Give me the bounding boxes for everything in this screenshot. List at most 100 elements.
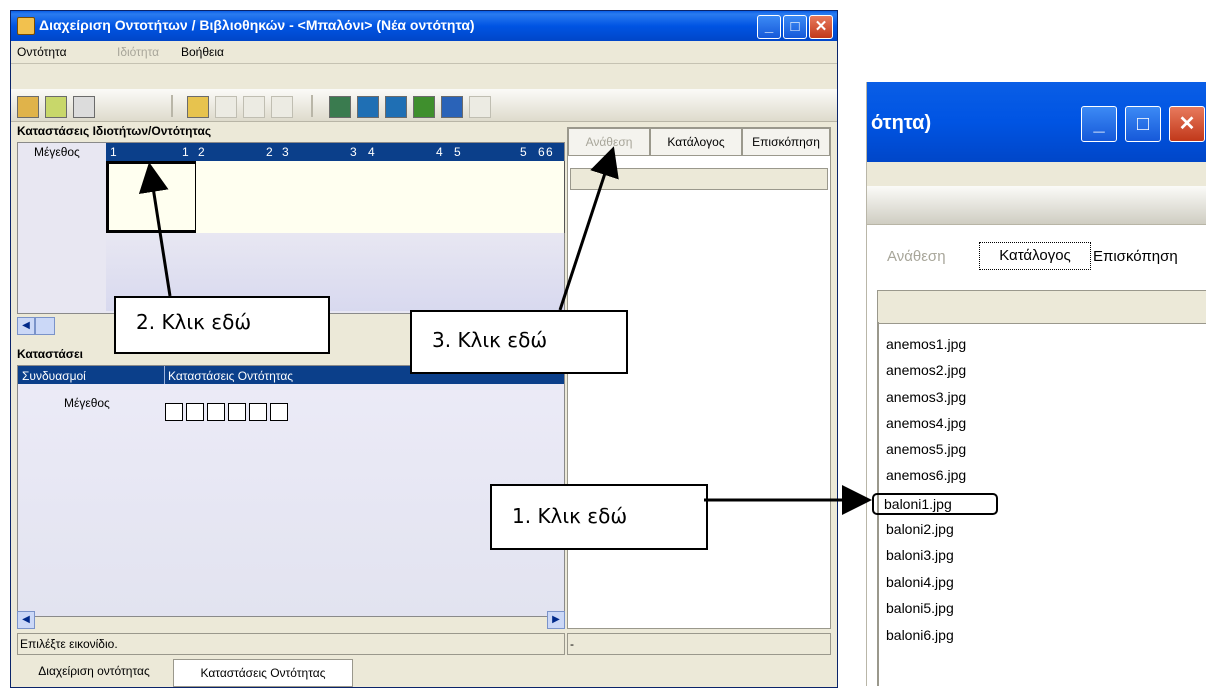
callout-three-text: 3. Κλικ εδώ: [432, 328, 548, 352]
tab-entity-management[interactable]: Διαχείριση οντότητας: [17, 659, 171, 683]
copy-icon[interactable]: [243, 96, 265, 118]
states-grid: Μέγεθος 1 1 2 2 3 3 4 4 5 5 6 6: [17, 142, 565, 314]
open-icon[interactable]: [45, 96, 67, 118]
zoom-toolbar-band: [867, 186, 1206, 225]
col-label: 3: [282, 145, 289, 159]
list-item[interactable]: anemos6.jpg: [886, 467, 966, 483]
col-label: 1: [182, 145, 189, 159]
zoom-tab-catalog[interactable]: Κατάλογος: [979, 242, 1091, 270]
maximize-button[interactable]: □: [783, 15, 807, 39]
list-item[interactable]: anemos2.jpg: [886, 362, 966, 378]
col-label: 5: [454, 145, 461, 159]
status-right: -: [567, 633, 831, 655]
callout-three: 3. Κλικ εδώ: [410, 310, 628, 374]
tab-assign[interactable]: Ανάθεση: [568, 128, 650, 156]
zoom-close-button[interactable]: ✕: [1169, 106, 1205, 142]
new-icon[interactable]: [17, 96, 39, 118]
title-bar[interactable]: Διαχείριση Οντοτήτων / Βιβλιοθηκών - <Μπ…: [11, 11, 837, 41]
delete-icon[interactable]: [271, 96, 293, 118]
combo-row-label: Μέγεθος: [64, 396, 110, 410]
list-item[interactable]: baloni3.jpg: [886, 547, 954, 563]
tab-catalog[interactable]: Κατάλογος: [650, 128, 742, 156]
close-icon: ✕: [1178, 113, 1196, 135]
scroll-left-button[interactable]: ◀: [17, 611, 35, 629]
remove-icon[interactable]: [385, 96, 407, 118]
status-bar: Επιλέξτε εικονίδιο.: [17, 633, 565, 655]
row-label: Μέγεθος: [34, 145, 80, 159]
state-cell[interactable]: [196, 161, 283, 233]
state-checkbox[interactable]: [249, 403, 267, 421]
scroll-left-button[interactable]: ◀: [17, 317, 35, 335]
zoom-tab-preview[interactable]: Επισκόπηση: [1093, 248, 1178, 265]
list-item[interactable]: anemos5.jpg: [886, 441, 966, 457]
callout-two: 2. Κλικ εδώ: [114, 296, 330, 354]
callout-one: 1. Κλικ εδώ: [490, 484, 708, 550]
status-right-text: -: [570, 637, 574, 651]
list-item[interactable]: baloni2.jpg: [886, 521, 954, 537]
callout-two-text: 2. Κλικ εδώ: [136, 310, 252, 334]
minimize-icon: _: [764, 18, 774, 35]
state-checkbox[interactable]: [228, 403, 246, 421]
col-label: 6: [546, 145, 553, 159]
zoom-list-header: [877, 290, 1206, 324]
zoom-minimize-button[interactable]: _: [1081, 106, 1117, 142]
status-text: Επιλέξτε εικονίδιο.: [20, 637, 118, 651]
grid-header: 1 1 2 2 3 3 4 4 5 5 6 6: [106, 143, 564, 161]
state-checkbox[interactable]: [207, 403, 225, 421]
col-label: 4: [368, 145, 375, 159]
list-header: [570, 168, 828, 190]
tab-entity-states[interactable]: Καταστάσεις Οντότητας: [173, 659, 353, 687]
list-item[interactable]: anemos3.jpg: [886, 389, 966, 405]
col-combinations: Συνδυασμοί: [22, 369, 86, 383]
save-icon[interactable]: [73, 96, 95, 118]
combos-grid: Συνδυασμοί Καταστάσεις Οντότητας Μέγεθος: [17, 365, 565, 617]
zoom-tab-assign[interactable]: Ανάθεση: [887, 248, 946, 265]
zoom-inset: ότητα) _ □ ✕ Ανάθεση Κατάλογος Επισκόπησ…: [866, 82, 1206, 686]
states-panel-title: Καταστάσεις Ιδιοτήτων/Οντότητας: [17, 124, 212, 138]
callout-one-text: 1. Κλικ εδώ: [512, 504, 628, 528]
state-checkbox[interactable]: [270, 403, 288, 421]
col-label: 1: [110, 145, 117, 159]
list-item-selected[interactable]: baloni1.jpg: [872, 493, 998, 515]
menu-entity[interactable]: Οντότητα: [17, 45, 67, 59]
add-icon[interactable]: [357, 96, 379, 118]
close-icon: ✕: [814, 18, 828, 35]
state-cell[interactable]: [368, 161, 455, 233]
toolbar-strip: [11, 64, 837, 88]
list-item[interactable]: baloni6.jpg: [886, 627, 954, 643]
col-label: 3: [350, 145, 357, 159]
state-cell[interactable]: [454, 161, 541, 233]
toolbar-separator: [171, 95, 173, 117]
grid-icon[interactable]: [329, 96, 351, 118]
state-checkbox[interactable]: [165, 403, 183, 421]
state-cell[interactable]: [540, 161, 565, 233]
minimize-icon: _: [1093, 113, 1105, 135]
list-item[interactable]: anemos4.jpg: [886, 415, 966, 431]
list-item[interactable]: anemos1.jpg: [886, 336, 966, 352]
col-states: Καταστάσεις Οντότητας: [168, 369, 294, 383]
menu-help[interactable]: Βοήθεια: [181, 45, 224, 59]
list-item[interactable]: baloni4.jpg: [886, 574, 954, 590]
cancel-icon[interactable]: [469, 96, 491, 118]
combos-panel-title: Καταστάσει: [17, 347, 84, 361]
close-button[interactable]: ✕: [809, 15, 833, 39]
scroll-right-button[interactable]: ▶: [547, 611, 565, 629]
state-cell[interactable]: [282, 161, 369, 233]
exit-icon[interactable]: [187, 96, 209, 118]
globe-icon[interactable]: [441, 96, 463, 118]
state-checkbox[interactable]: [186, 403, 204, 421]
col-label: 4: [436, 145, 443, 159]
zoom-maximize-button[interactable]: □: [1125, 106, 1161, 142]
tab-preview[interactable]: Επισκόπηση: [742, 128, 830, 156]
right-panel: Ανάθεση Κατάλογος Επισκόπηση: [567, 127, 831, 629]
minimize-button[interactable]: _: [757, 15, 781, 39]
maximize-icon: □: [1136, 113, 1150, 135]
zoom-title: ότητα): [871, 112, 932, 134]
list-item[interactable]: baloni5.jpg: [886, 600, 954, 616]
menu-property[interactable]: Ιδιότητα: [117, 45, 159, 59]
state-cell[interactable]: [106, 161, 198, 233]
col-label: 5: [520, 145, 527, 159]
scroll-thumb[interactable]: [35, 317, 55, 335]
bulb-icon[interactable]: [215, 96, 237, 118]
doc-icon[interactable]: [413, 96, 435, 118]
